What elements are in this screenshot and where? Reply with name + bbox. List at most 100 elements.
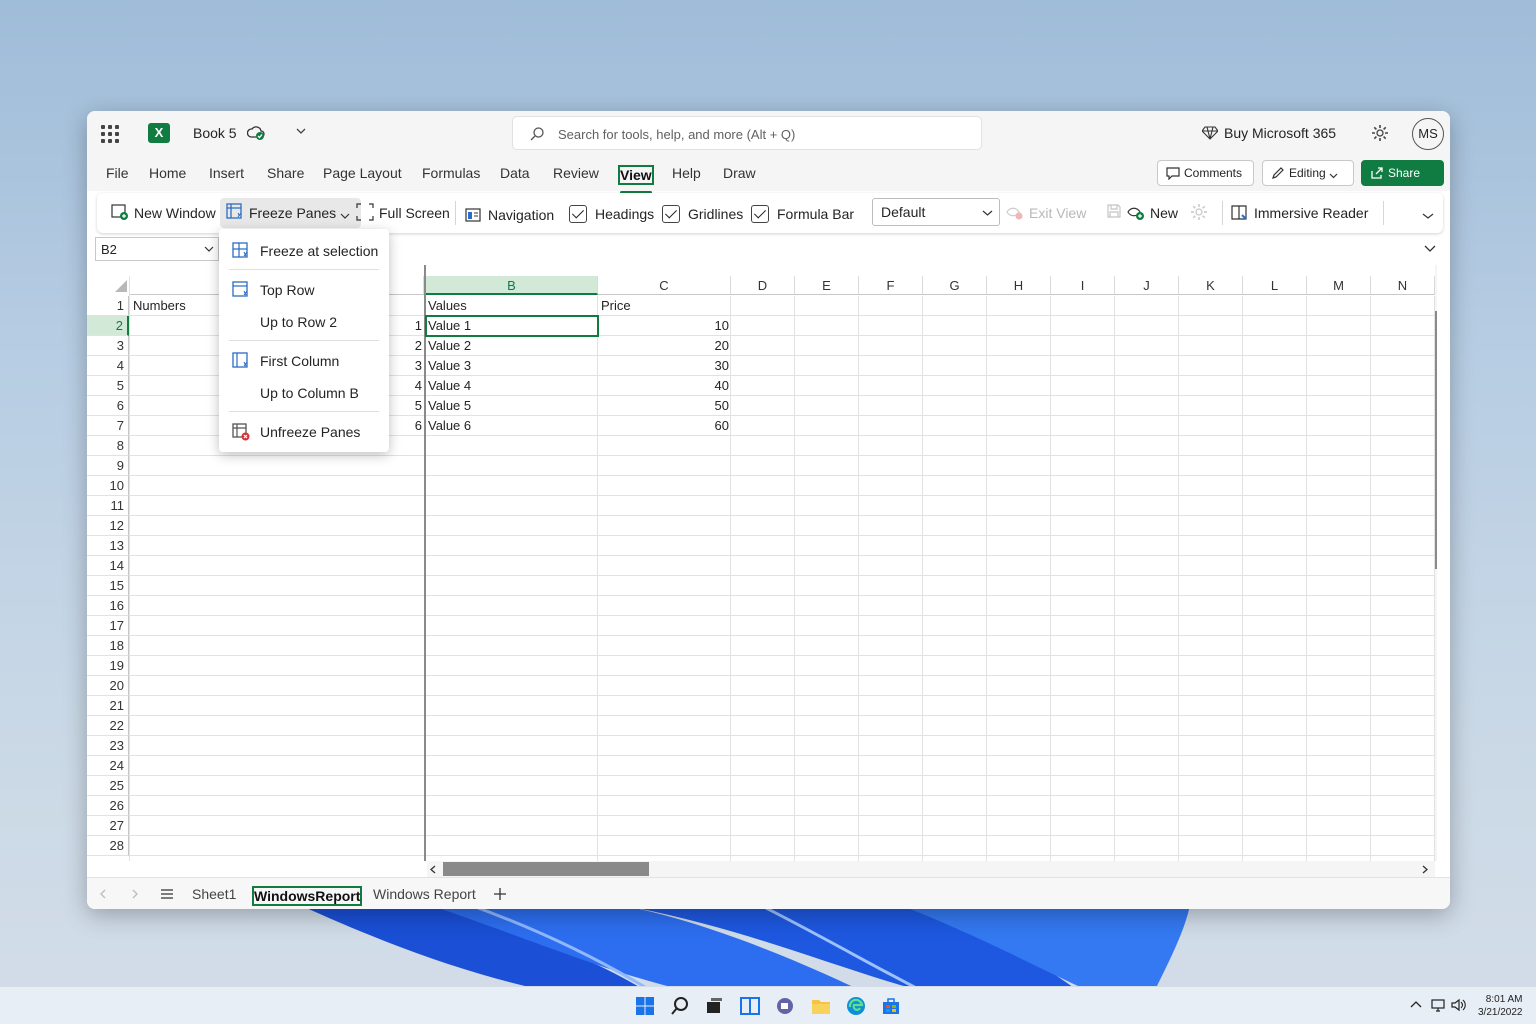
- new-window-button[interactable]: New Window: [111, 203, 216, 221]
- headings-checkbox[interactable]: Headings: [569, 205, 654, 223]
- column-header-h[interactable]: H: [987, 276, 1051, 295]
- row-header-11[interactable]: 11: [87, 496, 129, 516]
- cell-b7[interactable]: Value 6: [428, 416, 471, 436]
- row-header-19[interactable]: 19: [87, 656, 129, 676]
- formula-bar-expand-icon[interactable]: [1424, 244, 1436, 253]
- exit-view-button[interactable]: Exit View: [1006, 203, 1086, 221]
- column-header-i[interactable]: I: [1051, 276, 1115, 295]
- formula-bar-checkbox[interactable]: Formula Bar: [751, 205, 854, 223]
- widgets-icon[interactable]: [739, 995, 761, 1017]
- row-header-27[interactable]: 27: [87, 816, 129, 836]
- comments-button[interactable]: Comments: [1157, 160, 1254, 186]
- column-header-c[interactable]: C: [598, 276, 731, 295]
- row-header-13[interactable]: 13: [87, 536, 129, 556]
- column-header-l[interactable]: L: [1243, 276, 1307, 295]
- task-view-icon[interactable]: [703, 995, 725, 1017]
- sheet-tab-windowsreport[interactable]: WindowsReport: [252, 886, 363, 906]
- microsoft-store-icon[interactable]: [880, 995, 902, 1017]
- cell-b3[interactable]: Value 2: [428, 336, 471, 356]
- immersive-reader-button[interactable]: Immersive Reader: [1231, 203, 1368, 221]
- row-header-8[interactable]: 8: [87, 436, 129, 456]
- cell-c2[interactable]: 10: [647, 316, 729, 336]
- tab-draw[interactable]: Draw: [723, 165, 756, 181]
- row-header-20[interactable]: 20: [87, 676, 129, 696]
- row-header-14[interactable]: 14: [87, 556, 129, 576]
- tab-help[interactable]: Help: [672, 165, 701, 181]
- row-header-4[interactable]: 4: [87, 356, 129, 376]
- document-name[interactable]: Book 5: [193, 125, 237, 141]
- sheet-tab-sheet1[interactable]: Sheet1: [192, 886, 236, 902]
- vertical-scroll-thumb[interactable]: [1435, 311, 1437, 569]
- row-header-25[interactable]: 25: [87, 776, 129, 796]
- row-header-12[interactable]: 12: [87, 516, 129, 536]
- scroll-left-icon[interactable]: [429, 865, 437, 874]
- navigation-button[interactable]: Navigation: [465, 205, 554, 223]
- cell-c6[interactable]: 50: [647, 396, 729, 416]
- cell-b6[interactable]: Value 5: [428, 396, 471, 416]
- row-header-9[interactable]: 9: [87, 456, 129, 476]
- search-icon[interactable]: [669, 995, 691, 1017]
- menu-item-first-column[interactable]: First Column: [260, 353, 339, 369]
- save-view-button[interactable]: [1106, 203, 1127, 219]
- row-header-24[interactable]: 24: [87, 756, 129, 776]
- column-header-g[interactable]: G: [923, 276, 987, 295]
- cell-c3[interactable]: 20: [647, 336, 729, 356]
- cell-c5[interactable]: 40: [647, 376, 729, 396]
- sheet-view-select[interactable]: Default: [872, 198, 1000, 226]
- add-sheet-icon[interactable]: [494, 888, 506, 900]
- scroll-right-icon[interactable]: [1421, 865, 1429, 874]
- tab-insert[interactable]: Insert: [209, 165, 244, 181]
- row-header-21[interactable]: 21: [87, 696, 129, 716]
- all-sheets-menu-icon[interactable]: [160, 888, 174, 900]
- row-header-10[interactable]: 10: [87, 476, 129, 496]
- app-launcher-icon[interactable]: [101, 125, 119, 143]
- edge-browser-icon[interactable]: [845, 995, 867, 1017]
- column-header-n[interactable]: N: [1371, 276, 1435, 295]
- cell-c4[interactable]: 30: [647, 356, 729, 376]
- select-all-corner[interactable]: [115, 280, 127, 292]
- volume-icon[interactable]: [1451, 998, 1467, 1012]
- column-header-f[interactable]: F: [859, 276, 923, 295]
- cell-b1[interactable]: Values: [428, 296, 467, 316]
- share-button[interactable]: Share: [1361, 160, 1444, 203]
- tab-data[interactable]: Data: [500, 165, 530, 181]
- tab-share[interactable]: Share: [267, 165, 304, 181]
- menu-item-up-to-row-2[interactable]: Up to Row 2: [260, 314, 337, 330]
- chevron-down-icon[interactable]: [295, 125, 307, 137]
- row-header-22[interactable]: 22: [87, 716, 129, 736]
- cell-a1[interactable]: Numbers: [133, 296, 186, 316]
- row-header-7[interactable]: 7: [87, 416, 129, 436]
- cell-b4[interactable]: Value 3: [428, 356, 471, 376]
- view-options-button[interactable]: [1190, 203, 1213, 221]
- row-header-18[interactable]: 18: [87, 636, 129, 656]
- tab-view[interactable]: View: [618, 165, 654, 194]
- ribbon-expand-chevron-icon[interactable]: [1422, 211, 1434, 221]
- row-header-5[interactable]: 5: [87, 376, 129, 396]
- row-header-2[interactable]: 2: [87, 316, 129, 336]
- cell-c1[interactable]: Price: [601, 296, 631, 316]
- menu-item-unfreeze-panes[interactable]: Unfreeze Panes: [260, 424, 360, 440]
- row-header-6[interactable]: 6: [87, 396, 129, 416]
- row-header-16[interactable]: 16: [87, 596, 129, 616]
- menu-item-top-row[interactable]: Top Row: [260, 282, 314, 298]
- tab-formulas[interactable]: Formulas: [422, 165, 480, 181]
- new-view-button[interactable]: New: [1127, 203, 1178, 221]
- file-explorer-icon[interactable]: [810, 995, 832, 1017]
- editing-mode-button[interactable]: Editing: [1262, 160, 1354, 186]
- cell-b5[interactable]: Value 4: [428, 376, 471, 396]
- cell-c7[interactable]: 60: [647, 416, 729, 436]
- buy-microsoft-365-link[interactable]: Buy Microsoft 365: [1202, 125, 1336, 141]
- row-header-26[interactable]: 26: [87, 796, 129, 816]
- next-sheet-icon[interactable]: [131, 889, 139, 899]
- tab-home[interactable]: Home: [149, 165, 186, 181]
- row-header-15[interactable]: 15: [87, 576, 129, 596]
- row-header-17[interactable]: 17: [87, 616, 129, 636]
- name-box[interactable]: B2: [95, 237, 219, 261]
- column-header-b[interactable]: B: [426, 276, 598, 295]
- search-box[interactable]: Search for tools, help, and more (Alt + …: [512, 116, 982, 150]
- row-header-28[interactable]: 28: [87, 836, 129, 856]
- tab-file[interactable]: File: [106, 165, 129, 181]
- column-header-j[interactable]: J: [1115, 276, 1179, 295]
- horizontal-scroll-thumb[interactable]: [443, 862, 649, 876]
- row-header-23[interactable]: 23: [87, 736, 129, 756]
